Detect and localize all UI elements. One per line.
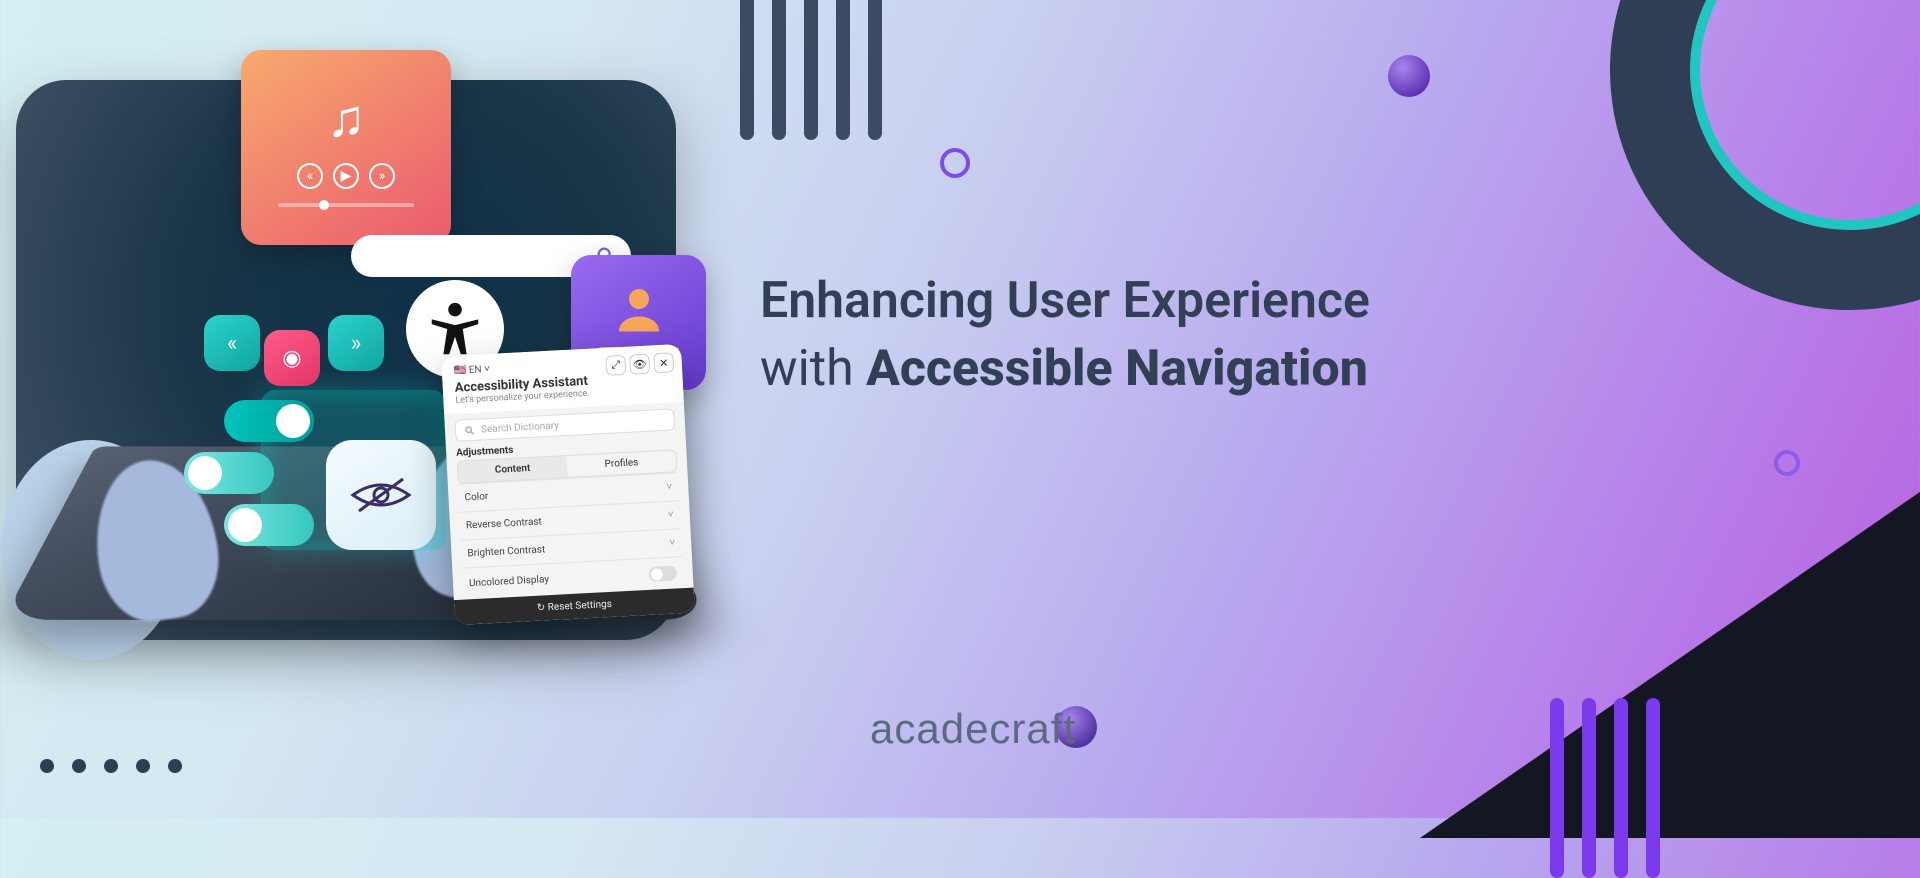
track-progress	[278, 203, 414, 207]
low-vision-card	[326, 440, 436, 550]
forward-button: »	[328, 315, 384, 371]
headline-bold: Accessible Navigation	[866, 340, 1368, 398]
prev-track-icon: «	[297, 163, 323, 189]
brand-logo-text: acadecraft	[870, 705, 1076, 753]
illustration-panel: ♫ « ▶ » « ◉ » ⤢ 👁 ✕	[16, 80, 676, 640]
play-icon: ▶	[333, 163, 359, 189]
panel-search: Search Dictionary	[454, 408, 675, 441]
headline-line1: Enhancing User Experience	[760, 272, 1370, 330]
play-button: ◉	[264, 330, 320, 386]
toggle-off	[184, 452, 274, 494]
next-track-icon: »	[369, 163, 395, 189]
hero-headline: Enhancing User Experience with Accessibl…	[760, 268, 1840, 403]
close-icon: ✕	[653, 352, 674, 373]
person-icon	[609, 279, 669, 339]
toggle-off	[224, 504, 314, 546]
accessibility-assistant-panel: ⤢ 👁 ✕ 🇺🇸 EN ˅ Accessibility Assistant Le…	[441, 344, 695, 625]
music-note-icon: ♫	[327, 88, 366, 149]
move-icon: ⤢	[605, 355, 626, 376]
rewind-button: «	[204, 315, 260, 371]
headline-with: with	[760, 340, 854, 398]
music-player-card: ♫ « ▶ »	[241, 50, 451, 245]
dark-triangle	[1420, 478, 1920, 838]
low-vision-icon	[349, 475, 413, 515]
accessibility-icon	[424, 298, 486, 360]
vertical-bars-bottom	[1550, 698, 1660, 878]
dot-row	[40, 759, 182, 773]
panel-search-placeholder: Search Dictionary	[481, 420, 559, 435]
gradient-dot	[1388, 55, 1430, 97]
vertical-bars-top	[740, 0, 882, 140]
toggle-on	[224, 400, 314, 442]
big-ring	[1610, 0, 1920, 310]
ring-small	[1774, 450, 1800, 476]
eye-icon: 👁	[629, 354, 650, 375]
ring-small	[940, 148, 970, 178]
